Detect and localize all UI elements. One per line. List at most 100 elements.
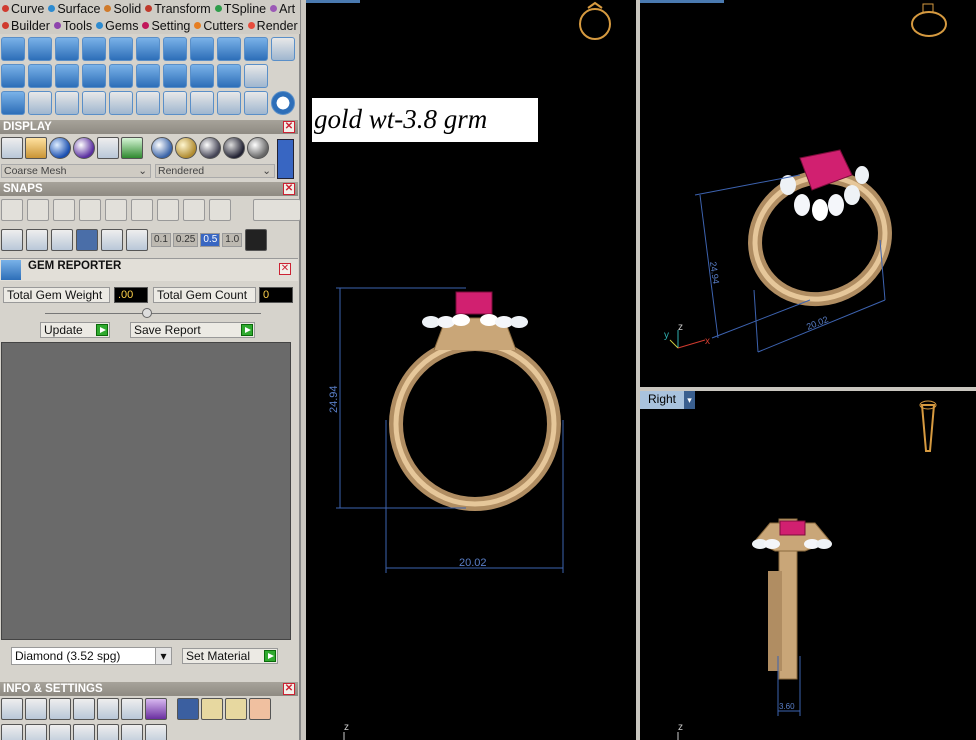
chevron-down-icon[interactable]: ▾ <box>684 391 695 409</box>
menu-gems[interactable]: Gems <box>96 17 138 34</box>
ring-front-model[interactable] <box>389 291 561 511</box>
snap-cross-icon[interactable] <box>53 199 75 221</box>
line-snap-icon[interactable] <box>51 229 73 251</box>
vertex-snap-icon[interactable] <box>126 229 148 251</box>
globe-icon[interactable] <box>49 724 71 740</box>
stack-tool-icon[interactable] <box>109 37 133 61</box>
display-side-toggle[interactable] <box>277 139 294 179</box>
menu-solid[interactable]: Solid <box>104 0 141 17</box>
grid-gems-icon[interactable] <box>217 64 241 88</box>
menu-cutters[interactable]: Cutters <box>194 17 244 34</box>
delete-layer-icon[interactable] <box>249 698 271 720</box>
brush-icon[interactable] <box>97 724 119 740</box>
menu-setting[interactable]: Setting <box>142 17 190 34</box>
magnifier-icon[interactable] <box>25 698 47 720</box>
box-icon[interactable] <box>73 698 95 720</box>
snap-curve-icon[interactable] <box>27 199 49 221</box>
dark-ball-icon[interactable] <box>223 137 245 159</box>
gem-cluster-icon[interactable] <box>136 37 160 61</box>
ring-tool-icon[interactable] <box>271 91 295 115</box>
arc-tool-icon[interactable] <box>28 91 52 115</box>
viewport-tab[interactable] <box>306 0 360 3</box>
view-cube-icon[interactable] <box>579 1 611 40</box>
snap-circle-icon[interactable] <box>157 199 179 221</box>
link-tool-icon[interactable] <box>190 91 214 115</box>
stone-tool-icon[interactable] <box>163 64 187 88</box>
right-viewport[interactable]: Right ▾ 3.60 z <box>640 391 976 740</box>
layout-toggle-icon[interactable] <box>271 37 295 61</box>
menu-tools[interactable]: Tools <box>53 17 92 34</box>
snap-options-icon[interactable] <box>253 199 301 221</box>
set-material-button[interactable]: Set Material <box>182 648 278 664</box>
mesh-quality-select[interactable]: Coarse Mesh ⌄ <box>1 164 151 178</box>
material-ball-1-icon[interactable] <box>151 137 173 159</box>
info-close-icon[interactable]: ✕ <box>283 683 295 695</box>
save-report-button[interactable]: Save Report <box>130 322 255 338</box>
menu-tspline[interactable]: TSpline <box>214 0 266 17</box>
lock-tool-icon[interactable] <box>55 37 79 61</box>
sheet-tool-icon[interactable] <box>82 64 106 88</box>
layout-view-icon[interactable] <box>121 137 143 159</box>
snap-increment-0.5[interactable]: 0.5 <box>200 233 221 247</box>
scissors-tool-icon[interactable] <box>244 91 268 115</box>
menu-art[interactable]: Art <box>270 0 295 17</box>
settings-gear-icon[interactable] <box>1 698 23 720</box>
grid-toggle-icon[interactable] <box>245 229 268 251</box>
cube-snap-icon[interactable] <box>26 229 48 251</box>
ruler-snap-icon[interactable] <box>76 229 98 251</box>
notes-icon[interactable] <box>121 698 143 720</box>
perspective-viewport[interactable]: 24.94 20.02 z x y <box>640 0 976 387</box>
rotate-tool-icon[interactable] <box>136 91 160 115</box>
view-cube-icon[interactable] <box>911 3 947 37</box>
mirror-tool-icon[interactable] <box>82 91 106 115</box>
menu-transform[interactable]: Transform <box>145 0 211 17</box>
grid-snap-icon[interactable] <box>1 229 23 251</box>
star-gem-icon[interactable] <box>244 37 268 61</box>
snap-end-icon[interactable] <box>105 199 127 221</box>
folder-icon[interactable] <box>73 724 95 740</box>
render-mode-select[interactable]: Rendered ⌄ <box>155 164 275 178</box>
plane-snap-icon[interactable] <box>101 229 123 251</box>
drop-tool-icon[interactable] <box>163 37 187 61</box>
mannequin-icon[interactable] <box>25 137 47 159</box>
ring-perspective-model[interactable] <box>735 149 905 320</box>
purple-cube-icon[interactable] <box>145 698 167 720</box>
lock-alt-tool-icon[interactable] <box>82 37 106 61</box>
display-close-icon[interactable]: ✕ <box>283 121 295 133</box>
document-icon[interactable] <box>97 698 119 720</box>
metal-ball-icon[interactable] <box>73 137 95 159</box>
surface-tool-icon[interactable] <box>55 64 79 88</box>
blocks-tool-icon[interactable] <box>1 91 25 115</box>
lamp-icon[interactable] <box>1 724 23 740</box>
shaded-ball-icon[interactable] <box>49 137 71 159</box>
flower-tool-icon[interactable] <box>244 64 268 88</box>
menu-curve[interactable]: Curve <box>2 0 44 17</box>
layers-icon[interactable] <box>49 698 71 720</box>
snap-increment-0.1[interactable]: 0.1 <box>151 233 171 247</box>
plane-tool-icon[interactable] <box>1 64 25 88</box>
snaps-close-icon[interactable]: ✕ <box>283 183 295 195</box>
camera-tool-icon[interactable] <box>217 37 241 61</box>
gem-material-select[interactable]: Diamond (3.52 spg) ▾ <box>11 647 172 665</box>
silver-ball-icon[interactable] <box>247 137 269 159</box>
doc-2-icon[interactable] <box>25 724 47 740</box>
snap-mid-icon[interactable] <box>183 199 205 221</box>
menu-surface[interactable]: Surface <box>48 0 100 17</box>
diamond-icon[interactable] <box>28 64 52 88</box>
move-tool-icon[interactable] <box>109 91 133 115</box>
viewport-tab[interactable] <box>640 0 724 3</box>
view-cube-icon[interactable] <box>919 400 937 452</box>
menu-builder[interactable]: Builder <box>2 17 50 34</box>
gem-list-area[interactable] <box>1 342 291 640</box>
undo-layer-icon[interactable] <box>201 698 223 720</box>
snap-grid-icon[interactable] <box>1 199 23 221</box>
bend-tool-icon[interactable] <box>136 64 160 88</box>
snap-point-icon[interactable] <box>79 199 101 221</box>
snap-increment-1.0[interactable]: 1.0 <box>222 233 243 247</box>
ring-side-model[interactable] <box>752 518 832 680</box>
cube-view-icon[interactable] <box>97 137 119 159</box>
redo-layer-icon[interactable] <box>225 698 247 720</box>
menu-render[interactable]: Render <box>247 17 298 34</box>
cursor-icon[interactable] <box>145 724 167 740</box>
pave-tool-icon[interactable] <box>190 64 214 88</box>
